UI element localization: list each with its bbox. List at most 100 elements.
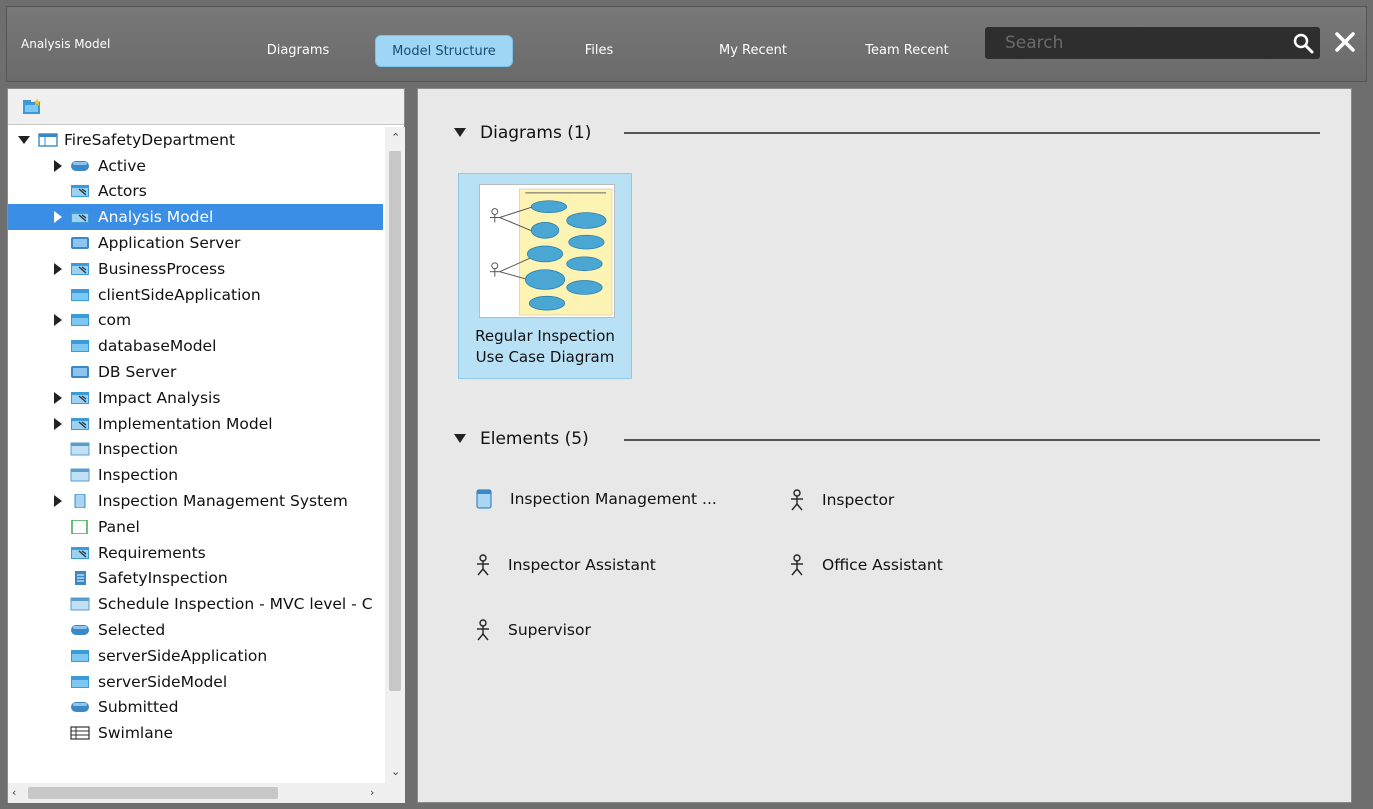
tree-item[interactable]: serverSideModel bbox=[8, 669, 383, 695]
package-icon bbox=[71, 675, 89, 688]
element-label: Office Assistant bbox=[822, 556, 943, 574]
tree-horizontal-scrollbar[interactable]: ‹ › bbox=[8, 783, 405, 803]
content-panel: Diagrams (1) Regular Inspection Use Case… bbox=[417, 88, 1352, 803]
element-item[interactable]: Inspector Assistant bbox=[476, 554, 656, 576]
new-package-icon[interactable] bbox=[22, 98, 42, 116]
tree-item[interactable]: Implementation Model bbox=[8, 411, 383, 437]
tree-item[interactable]: Inspection Management System bbox=[8, 488, 383, 514]
class-icon bbox=[70, 468, 90, 482]
tab-diagrams[interactable]: Diagrams bbox=[257, 35, 339, 67]
tree-item[interactable]: Active bbox=[8, 153, 383, 179]
tab-my-recent[interactable]: My Recent bbox=[701, 35, 805, 67]
tree-item[interactable]: Actors bbox=[8, 179, 383, 205]
top-navigation-bar: Analysis Model Diagrams Model Structure … bbox=[6, 6, 1367, 82]
system-icon bbox=[74, 494, 86, 509]
collapsed-arrow-icon[interactable] bbox=[52, 391, 64, 404]
swimlane-icon bbox=[70, 726, 90, 740]
scrollbar-thumb[interactable] bbox=[28, 787, 278, 799]
element-item[interactable]: Office Assistant bbox=[790, 554, 943, 576]
diagram-card[interactable]: Regular Inspection Use Case Diagram bbox=[458, 173, 632, 379]
tree-item-label: Active bbox=[98, 156, 146, 175]
element-item[interactable]: Inspection Management ... bbox=[476, 489, 717, 509]
tree-item[interactable]: Schedule Inspection - MVC level - C bbox=[8, 591, 383, 617]
tree-item[interactable]: clientSideApplication bbox=[8, 282, 383, 308]
scroll-right-icon[interactable]: › bbox=[370, 786, 374, 799]
tree-item-label: SafetyInspection bbox=[98, 569, 228, 588]
tree-item[interactable]: Requirements bbox=[8, 540, 383, 566]
tree-item[interactable]: Impact Analysis bbox=[8, 385, 383, 411]
scrollbar-thumb[interactable] bbox=[389, 151, 401, 691]
search-box bbox=[985, 27, 1320, 59]
element-label: Inspection Management ... bbox=[510, 490, 717, 508]
model-package-icon bbox=[71, 417, 89, 430]
collapsed-arrow-icon[interactable] bbox=[52, 495, 64, 508]
elements-section-title: Elements (5) bbox=[480, 429, 589, 449]
tab-team-recent[interactable]: Team Recent bbox=[847, 35, 967, 67]
tree-item-label: Implementation Model bbox=[98, 414, 273, 433]
collapsed-arrow-icon[interactable] bbox=[52, 417, 64, 430]
tab-files[interactable]: Files bbox=[573, 35, 625, 67]
node-icon bbox=[71, 237, 89, 250]
model-package-icon bbox=[71, 211, 89, 224]
element-item[interactable]: Supervisor bbox=[476, 619, 591, 641]
tree-item-label: Requirements bbox=[98, 543, 206, 562]
tree-item-label: com bbox=[98, 311, 132, 330]
tree-item-label: FireSafetyDepartment bbox=[64, 130, 236, 149]
search-icon[interactable] bbox=[1292, 32, 1314, 54]
state-icon bbox=[71, 625, 89, 636]
tree-item[interactable]: Panel bbox=[8, 514, 383, 540]
collapse-triangle-icon[interactable] bbox=[454, 128, 466, 138]
tree-item[interactable]: Swimlane bbox=[8, 720, 383, 746]
diagrams-section-title: Diagrams (1) bbox=[480, 123, 592, 143]
collapse-triangle-icon[interactable] bbox=[454, 434, 466, 444]
tree-item-label: Inspection Management System bbox=[98, 492, 348, 511]
tree-item[interactable]: serverSideApplication bbox=[8, 643, 383, 669]
collapsed-arrow-icon[interactable] bbox=[52, 262, 64, 275]
tree-item[interactable]: BusinessProcess bbox=[8, 256, 383, 282]
collapsed-arrow-icon[interactable] bbox=[52, 314, 64, 327]
class-icon bbox=[70, 597, 90, 611]
tree-root-item[interactable]: FireSafetyDepartment bbox=[8, 127, 383, 153]
scroll-down-icon[interactable]: ⌄ bbox=[391, 765, 400, 778]
actor-icon bbox=[477, 619, 489, 641]
tree-item[interactable]: Application Server bbox=[8, 230, 383, 256]
system-icon bbox=[476, 489, 492, 509]
collapsed-arrow-icon[interactable] bbox=[52, 159, 64, 172]
context-title: Analysis Model bbox=[21, 37, 111, 51]
element-item[interactable]: Inspector bbox=[790, 489, 894, 511]
collapsed-arrow-icon[interactable] bbox=[52, 211, 64, 224]
diagrams-section-header[interactable]: Diagrams (1) bbox=[454, 123, 591, 143]
expanded-arrow-icon[interactable] bbox=[18, 134, 30, 146]
tree-item-label: Analysis Model bbox=[98, 208, 214, 227]
package-icon bbox=[71, 649, 89, 662]
tab-model-structure[interactable]: Model Structure bbox=[375, 35, 513, 67]
search-input[interactable] bbox=[1005, 31, 1275, 55]
tree-item[interactable]: DB Server bbox=[8, 359, 383, 385]
tree-item[interactable]: Analysis Model bbox=[8, 204, 383, 231]
tree-item[interactable]: Inspection bbox=[8, 437, 383, 463]
tree-item[interactable]: Inspection bbox=[8, 462, 383, 488]
tree-item-label: Swimlane bbox=[98, 724, 174, 743]
tree-item-label: Panel bbox=[98, 517, 140, 536]
elements-section-header[interactable]: Elements (5) bbox=[454, 429, 589, 449]
element-label: Inspector Assistant bbox=[508, 556, 656, 574]
tree-toolbar bbox=[8, 89, 404, 125]
tree-item-label: DB Server bbox=[98, 363, 177, 382]
close-icon[interactable] bbox=[1330, 27, 1360, 57]
tree-item[interactable]: Selected bbox=[8, 617, 383, 643]
tree-item[interactable]: databaseModel bbox=[8, 333, 383, 359]
model-package-icon bbox=[71, 185, 89, 198]
node-icon bbox=[71, 366, 89, 379]
panel-icon bbox=[71, 519, 88, 534]
tree-vertical-scrollbar[interactable]: ⌃ ⌄ bbox=[385, 127, 405, 783]
tree-item-label: serverSideApplication bbox=[98, 646, 268, 665]
scroll-up-icon[interactable]: ⌃ bbox=[391, 131, 400, 144]
element-label: Inspector bbox=[822, 491, 895, 509]
scroll-left-icon[interactable]: ‹ bbox=[12, 786, 16, 799]
tree-item[interactable]: Submitted bbox=[8, 695, 383, 721]
class-icon bbox=[70, 442, 90, 456]
tree-item-label: Schedule Inspection - MVC level - C bbox=[98, 595, 373, 614]
tree-item[interactable]: SafetyInspection bbox=[8, 566, 383, 592]
tree-item[interactable]: com bbox=[8, 308, 383, 334]
diagram-label-line2: Use Case Diagram bbox=[475, 348, 615, 366]
